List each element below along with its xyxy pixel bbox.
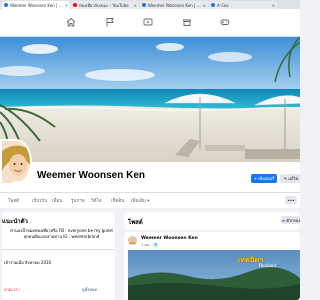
filter-button[interactable]: ≡ ตัวกรอง: [281, 216, 300, 224]
browser-tab-label: Weemer Woonsen Ken | Facebook: [10, 2, 64, 8]
browser-tab-label: ลำโพง: [217, 2, 229, 8]
joined-date: เข้าร่วมเมื่อ สิงหาคม 2010: [4, 260, 52, 265]
intro-link[interactable]: หาดเวลา: [4, 286, 20, 293]
browser-tabstrip: Weemer Woonsen Ken | Facebook × ท่องเที่…: [0, 0, 300, 9]
profile-avatar[interactable]: [0, 139, 32, 185]
profile-tabs: โพสต์ เกี่ยวกับ เพื่อน รูปภาพ วิดีโอ เช็…: [0, 192, 300, 208]
marketplace-icon[interactable]: [182, 17, 192, 27]
flag-icon[interactable]: [105, 17, 115, 27]
browser-tab-3[interactable]: ลำโพง ×: [209, 1, 277, 9]
divider: [2, 249, 115, 250]
close-icon[interactable]: ×: [203, 3, 206, 8]
facebook-icon: [142, 3, 146, 7]
facebook-top-nav: [0, 9, 300, 37]
screen: Weemer Woonsen Ken | Facebook × ท่องเที่…: [0, 0, 300, 300]
tab-videos[interactable]: วิดีโอ: [91, 197, 102, 204]
close-icon[interactable]: ×: [134, 3, 137, 8]
post-image-subtitle: Thailand: [258, 264, 277, 269]
post-image[interactable]: เทคนิคฯ Thailand: [128, 250, 300, 300]
posts-header: โพสต์ ≡ ตัวกรอง: [124, 212, 300, 230]
tab-friends[interactable]: เพื่อน: [52, 197, 62, 204]
profile-name: Weemer Woonsen Ken: [37, 170, 145, 181]
home-icon[interactable]: [66, 17, 76, 27]
add-story-button[interactable]: + เพิ่มสตอรี่: [251, 174, 277, 183]
posts-title: โพสต์: [128, 219, 143, 226]
intro-bio: ท่านลงน้ำหมดท่องเที่ยวหรือ FB : everyone…: [10, 228, 113, 239]
close-icon[interactable]: ×: [272, 3, 275, 8]
intro-card: แนะนำตัว ท่านลงน้ำหมดท่องเที่ยวหรือ FB :…: [2, 212, 115, 300]
more-options-button[interactable]: •••: [285, 196, 297, 204]
browser-tab-1[interactable]: ท่องเที่ยวกับเหมะ - YouTube ×: [71, 1, 139, 9]
post-card: Weemer Woonsen Ken 1 ชม. · 🌐 เทคนิคฯ Tha…: [124, 232, 300, 300]
post-author-avatar[interactable]: [128, 236, 137, 245]
facebook-icon: [4, 3, 8, 7]
tab-more[interactable]: เพิ่มเติม ▾: [131, 197, 150, 204]
edit-profile-button[interactable]: ✎ แก้ไข: [280, 174, 300, 183]
gaming-icon[interactable]: [220, 17, 230, 27]
tab-photos[interactable]: รูปภาพ: [71, 197, 85, 204]
tab-about[interactable]: เกี่ยวกับ: [32, 197, 47, 204]
close-icon[interactable]: ×: [65, 3, 68, 8]
browser-tab-2[interactable]: Weemer Woonsen Ken | Facebook ×: [140, 1, 208, 9]
tab-checkins[interactable]: เช็คอิน: [111, 197, 124, 204]
browser-tab-label: Weemer Woonsen Ken | Facebook: [148, 2, 202, 8]
browser-tab-0[interactable]: Weemer Woonsen Ken | Facebook ×: [2, 1, 70, 9]
facebook-icon: [211, 3, 215, 7]
cover-photo[interactable]: [0, 37, 300, 162]
intro-title: แนะนำตัว: [2, 218, 28, 225]
browser-tab-label: ท่องเที่ยวกับเหมะ - YouTube: [79, 2, 129, 8]
watch-icon[interactable]: [143, 17, 153, 27]
tab-posts[interactable]: โพสต์: [8, 197, 19, 204]
see-all-link[interactable]: ดูทั้งหมด: [82, 286, 97, 293]
post-author[interactable]: Weemer Woonsen Ken: [141, 236, 198, 241]
post-timestamp[interactable]: 1 ชม. · 🌐: [141, 242, 158, 248]
youtube-icon: [73, 3, 77, 7]
